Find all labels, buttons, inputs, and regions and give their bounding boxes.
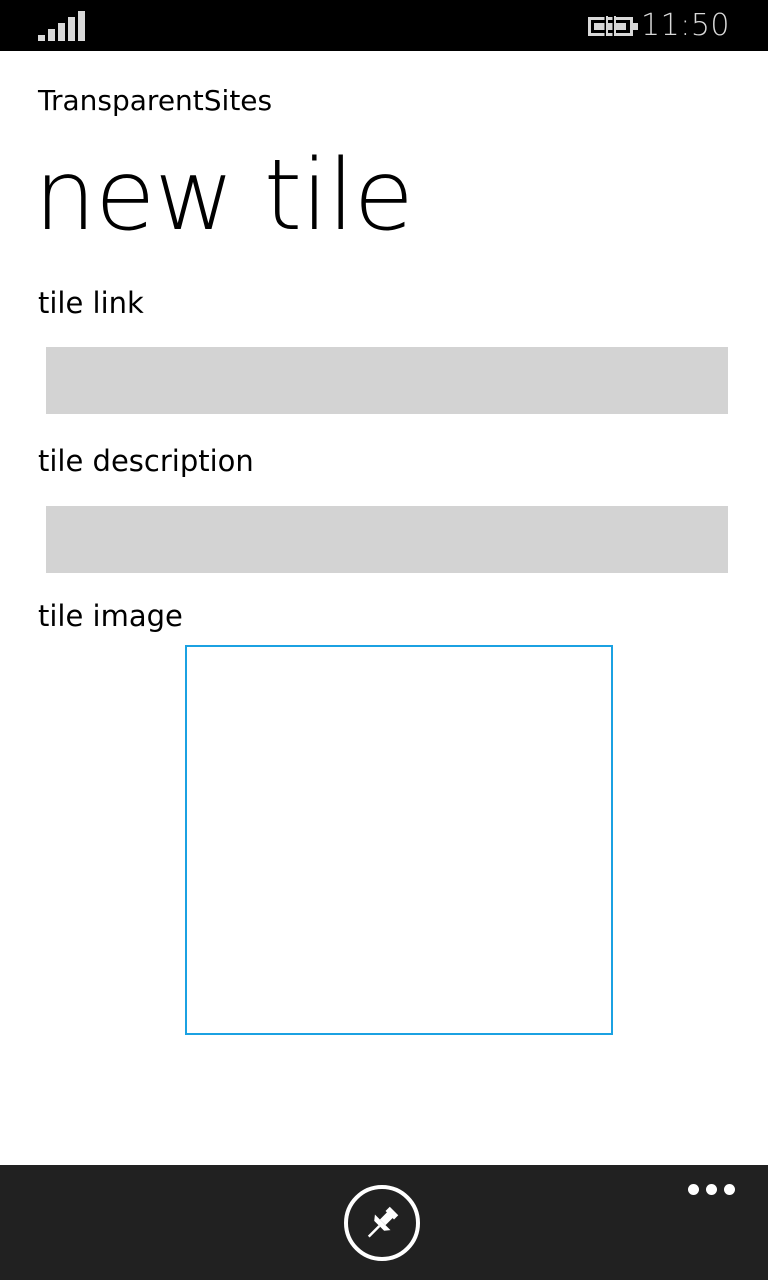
signal-strength-icon [38, 11, 85, 41]
app-bar [0, 1165, 768, 1280]
tile-link-input[interactable] [46, 347, 728, 414]
more-ellipsis-icon[interactable] [686, 1181, 736, 1201]
tile-image-label: tile image [38, 599, 183, 633]
pin-button[interactable] [344, 1185, 420, 1261]
tile-description-input[interactable] [46, 506, 728, 573]
tile-image-picker[interactable] [185, 645, 613, 1035]
status-bar: 11:50 [0, 0, 768, 51]
tile-description-label: tile description [38, 444, 254, 478]
status-time: 11:50 [641, 8, 730, 43]
app-name: TransparentSites [38, 84, 273, 117]
pin-icon [367, 1206, 399, 1238]
screen: 11:50 TransparentSites new tile tile lin… [0, 0, 768, 1280]
tile-link-label: tile link [38, 286, 144, 320]
page-title: new tile [34, 139, 414, 253]
battery-charging-icon [588, 14, 638, 38]
